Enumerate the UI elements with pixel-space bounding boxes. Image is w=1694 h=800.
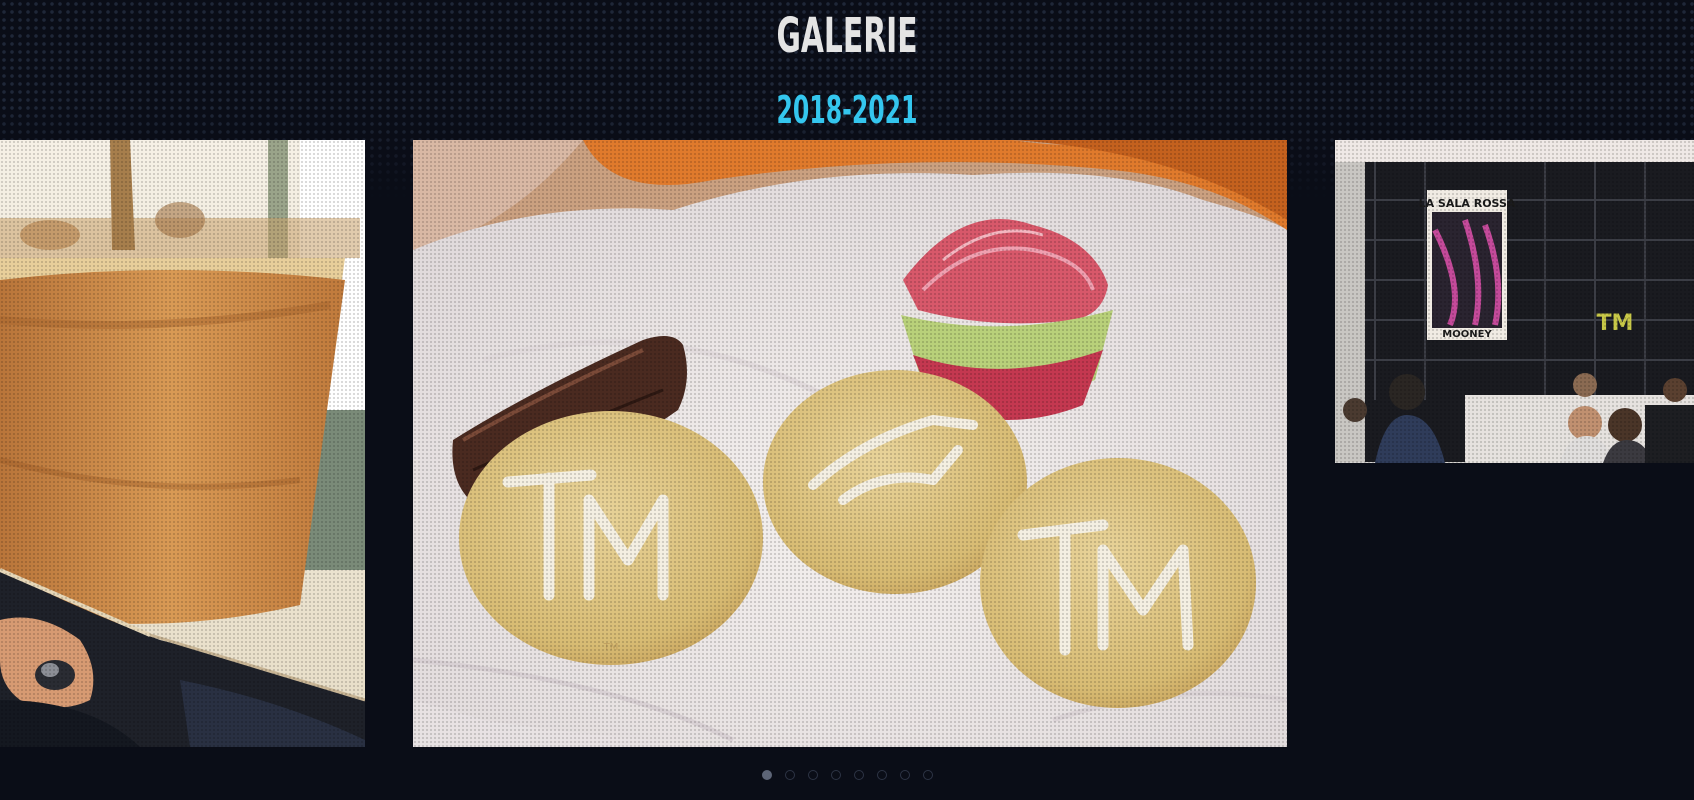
- poster-title: LA SALA ROSSA: [1419, 197, 1516, 210]
- carousel-dot-5[interactable]: [853, 770, 864, 780]
- audience-room-photo: LA SALA ROSSA MOONEY TM: [1335, 140, 1694, 463]
- section-subtitle: 2018-2021: [776, 88, 918, 132]
- cookie-logo-text: TM: [603, 642, 619, 653]
- carousel-slide-next[interactable]: LA SALA ROSSA MOONEY TM: [1335, 140, 1694, 463]
- plant-pot-photo: [0, 140, 365, 747]
- carousel-pagination: [0, 770, 1694, 780]
- carousel-dot-4[interactable]: [830, 770, 841, 780]
- tm-cookies-photo: TM: [413, 140, 1287, 747]
- gallery-section: GALERIE 2018-2021 TM LA SALA ROSSA MOONE…: [0, 0, 1694, 800]
- carousel-dot-2[interactable]: [784, 770, 795, 780]
- carousel-dot-1[interactable]: [761, 770, 772, 780]
- carousel-dot-8[interactable]: [922, 770, 933, 780]
- carousel-dot-6[interactable]: [876, 770, 887, 780]
- room-logo-text: TM: [1597, 311, 1634, 336]
- carousel-slide-current[interactable]: TM: [413, 140, 1287, 747]
- carousel-dot-3[interactable]: [807, 770, 818, 780]
- carousel-dot-7[interactable]: [899, 770, 910, 780]
- carousel-slide-previous[interactable]: [0, 140, 365, 747]
- section-title: GALERIE: [776, 8, 918, 64]
- poster-footer: MOONEY: [1442, 329, 1492, 340]
